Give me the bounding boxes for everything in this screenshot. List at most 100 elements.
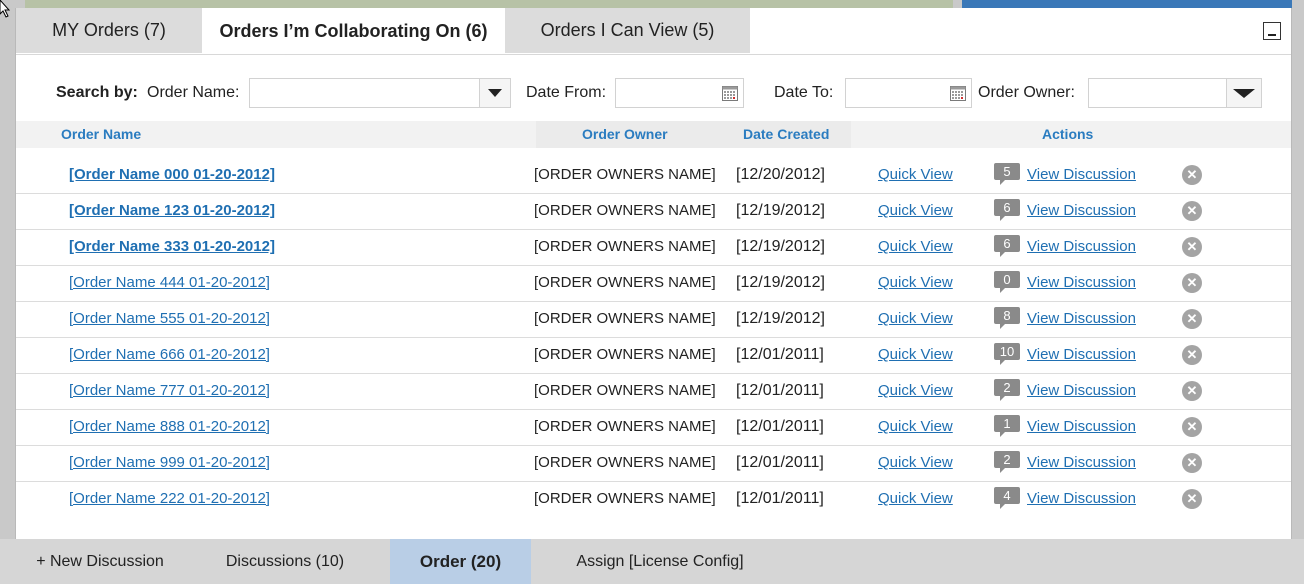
order-owner-select[interactable]: [1088, 78, 1262, 108]
column-order-name[interactable]: Order Name: [61, 126, 141, 142]
quick-view-link[interactable]: Quick View: [878, 166, 953, 183]
order-owner-cell: [ORDER OWNERS NAME]: [534, 454, 716, 471]
tab-orders-collaborating[interactable]: Orders I’m Collaborating On (6): [204, 8, 503, 54]
minimize-icon[interactable]: [1263, 22, 1281, 40]
order-name-link[interactable]: [Order Name 333 01-20-2012]: [69, 238, 275, 255]
table-row: [Order Name 888 01-20-2012] [ORDER OWNERS…: [16, 410, 1291, 446]
view-discussion-link[interactable]: View Discussion: [1027, 490, 1136, 507]
tab-label: Orders I Can View (5): [540, 20, 715, 40]
date-from-field[interactable]: [615, 78, 744, 108]
table-header: Order Name Order Owner Date Created Acti…: [16, 121, 1291, 148]
close-circle-icon[interactable]: ✕: [1182, 489, 1202, 509]
order-name-link[interactable]: [Order Name 444 01-20-2012]: [69, 274, 270, 291]
tab-discussions[interactable]: Discussions (10): [200, 539, 370, 584]
column-date-created[interactable]: Date Created: [743, 126, 829, 142]
bottom-tab-bar: + New Discussion Discussions (10) Order …: [0, 539, 1304, 584]
background-strip-right: [962, 0, 1292, 8]
comment-bubble-icon: 8: [994, 307, 1020, 329]
quick-view-link[interactable]: Quick View: [878, 418, 953, 435]
bottom-tab-label: + New Discussion: [36, 552, 164, 570]
view-discussion-link[interactable]: View Discussion: [1027, 238, 1136, 255]
order-owner-cell: [ORDER OWNERS NAME]: [534, 418, 716, 435]
table-row: [Order Name 555 01-20-2012] [ORDER OWNERS…: [16, 302, 1291, 338]
order-owner-cell: [ORDER OWNERS NAME]: [534, 310, 716, 327]
order-name-select[interactable]: [249, 78, 511, 108]
view-discussion-link[interactable]: View Discussion: [1027, 202, 1136, 219]
tab-bar: MY Orders (7) Orders I’m Collaborating O…: [16, 8, 1291, 55]
date-created-cell: [12/01/2011]: [736, 454, 824, 471]
quick-view-link[interactable]: Quick View: [878, 274, 953, 291]
order-owner-cell: [ORDER OWNERS NAME]: [534, 166, 716, 183]
tab-orders-can-view[interactable]: Orders I Can View (5): [505, 8, 750, 53]
column-actions: Actions: [1042, 126, 1094, 142]
close-circle-icon[interactable]: ✕: [1182, 201, 1202, 221]
date-to-field[interactable]: [845, 78, 972, 108]
discussion-count: 0: [994, 271, 1020, 288]
view-discussion-link[interactable]: View Discussion: [1027, 382, 1136, 399]
order-owner-cell: [ORDER OWNERS NAME]: [534, 382, 716, 399]
view-discussion-link[interactable]: View Discussion: [1027, 310, 1136, 327]
order-name-link[interactable]: [Order Name 999 01-20-2012]: [69, 454, 270, 471]
view-discussion-link[interactable]: View Discussion: [1027, 346, 1136, 363]
close-circle-icon[interactable]: ✕: [1182, 417, 1202, 437]
table-row: [Order Name 333 01-20-2012] [ORDER OWNERS…: [16, 230, 1291, 266]
close-circle-icon[interactable]: ✕: [1182, 381, 1202, 401]
comment-bubble-icon: 6: [994, 199, 1020, 221]
table-row: [Order Name 777 01-20-2012] [ORDER OWNERS…: [16, 374, 1291, 410]
chevron-down-icon[interactable]: [1226, 79, 1261, 107]
quick-view-link[interactable]: Quick View: [878, 310, 953, 327]
discussion-count: 2: [994, 379, 1020, 396]
table-row: [Order Name 000 01-20-2012] [ORDER OWNERS…: [16, 158, 1291, 194]
close-circle-icon[interactable]: ✕: [1182, 165, 1202, 185]
date-created-cell: [12/01/2011]: [736, 418, 824, 435]
discussion-count: 10: [994, 343, 1020, 360]
quick-view-link[interactable]: Quick View: [878, 454, 953, 471]
comment-bubble-icon: 10: [994, 343, 1020, 365]
table-row: [Order Name 666 01-20-2012] [ORDER OWNERS…: [16, 338, 1291, 374]
quick-view-link[interactable]: Quick View: [878, 490, 953, 507]
order-name-link[interactable]: [Order Name 555 01-20-2012]: [69, 310, 270, 327]
order-name-link[interactable]: [Order Name 888 01-20-2012]: [69, 418, 270, 435]
close-circle-icon[interactable]: ✕: [1182, 309, 1202, 329]
discussion-count: 2: [994, 451, 1020, 468]
quick-view-link[interactable]: Quick View: [878, 202, 953, 219]
order-name-link[interactable]: [Order Name 123 01-20-2012]: [69, 202, 275, 219]
table-row: [Order Name 444 01-20-2012] [ORDER OWNERS…: [16, 266, 1291, 302]
table-row: [Order Name 222 01-20-2012] [ORDER OWNERS…: [16, 482, 1291, 517]
close-circle-icon[interactable]: ✕: [1182, 453, 1202, 473]
order-owner-cell: [ORDER OWNERS NAME]: [534, 202, 716, 219]
quick-view-link[interactable]: Quick View: [878, 382, 953, 399]
new-discussion-button[interactable]: + New Discussion: [20, 539, 180, 584]
view-discussion-link[interactable]: View Discussion: [1027, 418, 1136, 435]
discussion-count: 6: [994, 199, 1020, 216]
bottom-tab-label: Assign [License Config]: [576, 552, 744, 570]
quick-view-link[interactable]: Quick View: [878, 238, 953, 255]
chevron-down-icon[interactable]: [479, 79, 510, 107]
column-order-owner[interactable]: Order Owner: [582, 126, 668, 142]
order-owner-cell: [ORDER OWNERS NAME]: [534, 274, 716, 291]
order-name-link[interactable]: [Order Name 777 01-20-2012]: [69, 382, 270, 399]
quick-view-link[interactable]: Quick View: [878, 346, 953, 363]
date-created-cell: [12/19/2012]: [736, 202, 825, 219]
tab-my-orders[interactable]: MY Orders (7): [16, 8, 202, 53]
comment-bubble-icon: 0: [994, 271, 1020, 293]
close-circle-icon[interactable]: ✕: [1182, 237, 1202, 257]
calendar-icon[interactable]: [950, 85, 966, 101]
tab-order[interactable]: Order (20): [390, 539, 531, 584]
comment-bubble-icon: 2: [994, 379, 1020, 401]
tab-assign-license-config[interactable]: Assign [License Config]: [560, 539, 760, 584]
discussion-count: 8: [994, 307, 1020, 324]
view-discussion-link[interactable]: View Discussion: [1027, 454, 1136, 471]
order-name-link[interactable]: [Order Name 666 01-20-2012]: [69, 346, 270, 363]
close-circle-icon[interactable]: ✕: [1182, 273, 1202, 293]
view-discussion-link[interactable]: View Discussion: [1027, 274, 1136, 291]
order-name-link[interactable]: [Order Name 222 01-20-2012]: [69, 490, 270, 507]
date-created-cell: [12/19/2012]: [736, 274, 825, 291]
close-circle-icon[interactable]: ✕: [1182, 345, 1202, 365]
bottom-tab-label: Discussions (10): [225, 552, 345, 570]
table-row: [Order Name 999 01-20-2012] [ORDER OWNERS…: [16, 446, 1291, 482]
order-name-link[interactable]: [Order Name 000 01-20-2012]: [69, 166, 275, 183]
view-discussion-link[interactable]: View Discussion: [1027, 166, 1136, 183]
calendar-icon[interactable]: [722, 85, 738, 101]
comment-bubble-icon: 6: [994, 235, 1020, 257]
